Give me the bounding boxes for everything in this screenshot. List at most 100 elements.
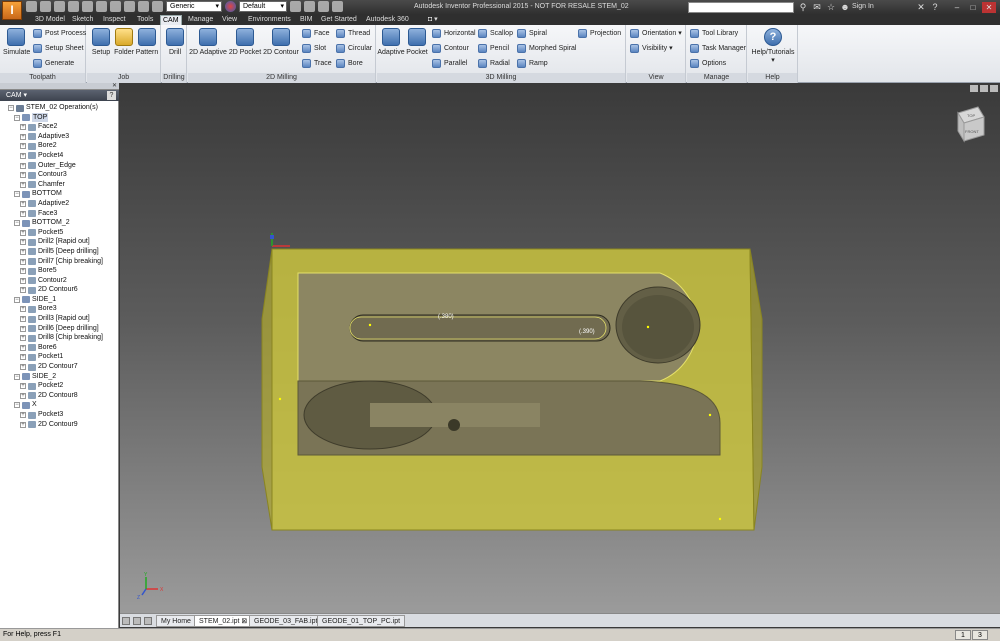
bore-button[interactable]: Bore	[336, 58, 363, 70]
tree-operation[interactable]: + Drill3 [Rapid out]	[0, 314, 119, 324]
pattern-button[interactable]: Pattern	[135, 28, 159, 56]
tab-manage[interactable]: Manage	[186, 15, 215, 25]
print-icon[interactable]	[110, 1, 121, 12]
update-icon[interactable]	[124, 1, 135, 12]
tree-operation[interactable]: + Bore3	[0, 304, 119, 314]
maximize-icon[interactable]: □	[966, 2, 980, 13]
expand-toggle-icon[interactable]: +	[20, 354, 26, 361]
post-process-button[interactable]: Post Process	[33, 28, 86, 40]
simulate-button[interactable]: Simulate	[3, 28, 30, 56]
expand-toggle-icon[interactable]: −	[14, 220, 20, 227]
expand-toggle-icon[interactable]: +	[20, 421, 26, 428]
tab-get-started[interactable]: Get Started	[319, 15, 359, 25]
2d-pocket-button[interactable]: 2D Pocket	[228, 28, 262, 56]
tab-autodesk-360[interactable]: Autodesk 360	[364, 15, 411, 25]
communication-icon[interactable]: ✉	[812, 2, 822, 12]
browser-close-icon[interactable]: ✕	[112, 83, 117, 90]
2d-adaptive-button[interactable]: 2D Adaptive	[188, 28, 228, 56]
tree-setup[interactable]: − TOP	[0, 112, 119, 123]
expand-toggle-icon[interactable]: +	[20, 325, 26, 332]
color-icon[interactable]	[225, 1, 236, 12]
tree-operation[interactable]: + Pocket1	[0, 352, 119, 362]
tree-operation[interactable]: +2D Contour7	[0, 362, 119, 372]
browser-help-icon[interactable]: ?	[107, 91, 116, 100]
adaptive-button[interactable]: Adaptive	[377, 28, 405, 56]
app-logo[interactable]: I	[2, 1, 22, 20]
fx-icon[interactable]	[318, 1, 329, 12]
part-body[interactable]	[297, 272, 721, 456]
tab-bim[interactable]: BIM	[298, 15, 314, 25]
expand-toggle-icon[interactable]: −	[14, 296, 20, 303]
task-manager-button[interactable]: Task Manager	[690, 43, 746, 55]
tree-operation[interactable]: + Chamfer	[0, 180, 119, 190]
expand-toggle-icon[interactable]: +	[20, 229, 26, 236]
tree-setup[interactable]: − SIDE_2	[0, 372, 119, 382]
expand-toggle-icon[interactable]: +	[20, 316, 26, 323]
expand-toggle-icon[interactable]: +	[20, 162, 26, 169]
expand-toggle-icon[interactable]: +	[20, 143, 26, 150]
select-icon[interactable]	[138, 1, 149, 12]
tab-inspect[interactable]: Inspect	[101, 15, 128, 25]
exchange-icon[interactable]: ✕	[916, 2, 926, 12]
tab-3d-model[interactable]: 3D Model	[33, 15, 67, 25]
trace-button[interactable]: Trace	[302, 58, 332, 70]
binoculars-icon[interactable]: ⚲	[798, 2, 808, 12]
tool-library-button[interactable]: Tool Library	[690, 28, 738, 40]
thread-button[interactable]: Thread	[336, 28, 370, 40]
tree-operation[interactable]: + Bore2	[0, 141, 119, 151]
slot-button[interactable]: Slot	[302, 43, 326, 55]
expand-toggle-icon[interactable]: +	[20, 248, 26, 255]
open-icon[interactable]	[40, 1, 51, 12]
minimize-icon[interactable]: –	[950, 2, 964, 13]
contour-button[interactable]: Contour	[432, 43, 469, 55]
projection-button[interactable]: Projection	[578, 28, 621, 40]
doc-tab-geode-03[interactable]: GEODE_03_FAB.ipt	[249, 615, 323, 627]
expand-toggle-icon[interactable]: +	[20, 364, 26, 371]
tree-setup[interactable]: − SIDE_1	[0, 295, 119, 305]
appearance-combo[interactable]: Generic	[166, 1, 222, 12]
tree-setup[interactable]: − X	[0, 400, 119, 410]
save-icon[interactable]	[54, 1, 65, 12]
expand-toggle-icon[interactable]: +	[20, 181, 26, 188]
circular-button[interactable]: Circular	[336, 43, 372, 55]
tab-tools[interactable]: Tools	[135, 15, 155, 25]
expand-toggle-icon[interactable]: −	[8, 105, 14, 111]
tree-operation[interactable]: + Pocket2	[0, 381, 119, 391]
face-button[interactable]: Face	[302, 28, 330, 40]
setup-button[interactable]: Setup	[90, 28, 112, 56]
doc-tab-stem-02[interactable]: STEM_02.ipt ⊠	[194, 615, 253, 627]
expand-toggle-icon[interactable]: +	[20, 344, 26, 351]
move-icon[interactable]	[332, 1, 343, 12]
parallel-button[interactable]: Parallel	[432, 58, 467, 70]
expand-toggle-icon[interactable]: +	[20, 383, 26, 390]
ramp-button[interactable]: Ramp	[517, 58, 548, 70]
expand-toggle-icon[interactable]: +	[20, 392, 26, 399]
expand-toggle-icon[interactable]: +	[20, 210, 26, 217]
tree-setup[interactable]: − BOTTOM	[0, 189, 119, 199]
radial-button[interactable]: Radial	[478, 58, 510, 70]
pocket-button[interactable]: Pocket	[405, 28, 429, 56]
expand-toggle-icon[interactable]: +	[20, 200, 26, 207]
doc-tab-close-icon[interactable]: ⊠	[241, 618, 247, 625]
doc-tab-geode-01[interactable]: GEODE_01_TOP_PC.ipt	[317, 615, 406, 627]
cascade-icon[interactable]	[133, 617, 141, 625]
tree-operation[interactable]: + Face2	[0, 122, 119, 132]
tree-operation[interactable]: +2D Contour8	[0, 391, 119, 401]
tree-operation[interactable]: + Drill2 [Rapid out]	[0, 237, 119, 247]
drill-button[interactable]: Drill	[164, 28, 186, 56]
tree-operation[interactable]: + Outer_Edge	[0, 161, 119, 171]
tree-setup[interactable]: − BOTTOM_2	[0, 218, 119, 228]
star-icon[interactable]: ☆	[826, 2, 836, 12]
clear-icon[interactable]	[304, 1, 315, 12]
tree-operation[interactable]: + Drill6 [Deep drilling]	[0, 324, 119, 334]
morphed-spiral-button[interactable]: Morphed Spiral	[517, 43, 576, 55]
model-canvas[interactable]: TOP FRONT (.380) (.390) X Y Z	[120, 83, 1000, 613]
expand-toggle-icon[interactable]: +	[20, 133, 26, 140]
tab-sketch[interactable]: Sketch	[70, 15, 95, 25]
tab-overflow-icon[interactable]: ◘ ▾	[426, 15, 440, 25]
expand-toggle-icon[interactable]: +	[20, 277, 26, 284]
expand-toggle-icon[interactable]: +	[20, 124, 26, 131]
viewcube[interactable]: TOP FRONT	[957, 106, 985, 143]
material-combo[interactable]: Default	[239, 1, 287, 12]
doc-tab-my-home[interactable]: My Home	[156, 615, 196, 627]
